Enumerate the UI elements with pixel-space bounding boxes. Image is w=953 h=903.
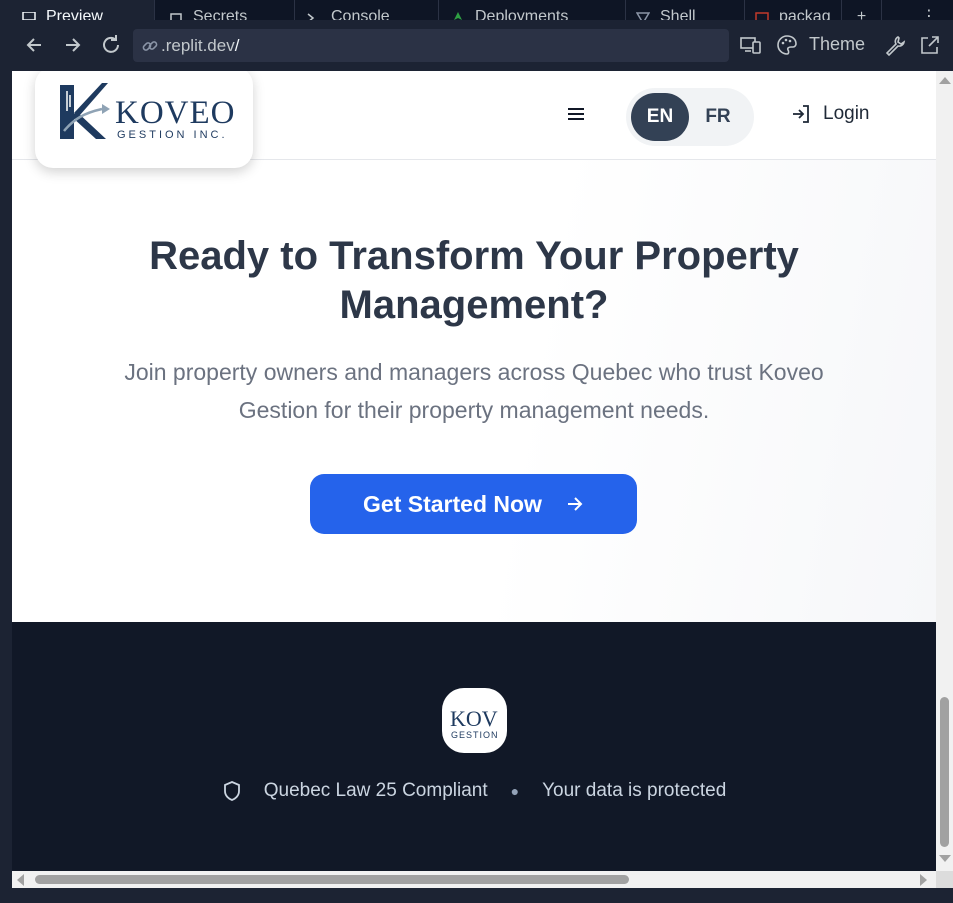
compliance-text: Quebec Law 25 Compliant (263, 780, 488, 801)
forward-button[interactable] (61, 33, 85, 57)
tab-package[interactable]: packag (745, 0, 842, 20)
devtools-button[interactable] (883, 33, 907, 57)
scroll-left-arrow-icon[interactable] (17, 874, 24, 886)
logo-subtitle: GESTION INC. (117, 129, 228, 141)
tab-label: Console (331, 8, 390, 20)
site-footer: KOV GESTION Quebec Law 25 Compliant ● Yo… (12, 622, 936, 871)
tab-label: Preview (46, 8, 103, 20)
cta-section: Ready to Transform Your Property Managem… (12, 160, 936, 622)
tab-secrets[interactable]: Secrets (155, 0, 295, 20)
vertical-scrollbar[interactable] (936, 71, 953, 871)
palette-icon (777, 35, 797, 55)
window-bottom-edge (0, 888, 953, 903)
footer-logo-subtitle: GESTION (451, 730, 499, 740)
cta-description-line-1: Join property owners and managers across… (124, 359, 824, 385)
cta-description-line-2: Gestion for their property management ne… (238, 397, 710, 423)
devices-icon (740, 37, 761, 54)
package-icon (755, 12, 769, 20)
external-link-icon (921, 36, 939, 54)
cta-description: Join property owners and managers across… (52, 353, 896, 429)
theme-label[interactable]: Theme (809, 34, 865, 55)
get-started-label: Get Started Now (363, 490, 542, 517)
hamburger-icon (566, 108, 586, 120)
lock-icon (170, 13, 182, 20)
tab-overflow-menu[interactable]: ⋮ (905, 0, 953, 20)
compliance-bar: Quebec Law 25 Compliant ● Your data is p… (12, 779, 936, 803)
log-in-icon (793, 105, 809, 123)
language-toggle: EN FR (626, 88, 754, 146)
arrow-right-icon (566, 495, 584, 513)
login-label: Login (823, 103, 870, 124)
url-bar[interactable]: .replit.dev / (133, 29, 729, 62)
url-path: / (234, 35, 240, 55)
wrench-icon (885, 36, 906, 56)
reload-button[interactable] (99, 33, 123, 57)
tab-console[interactable]: Console (295, 0, 439, 20)
arrow-left-icon (26, 38, 41, 52)
tab-label: Deployments (475, 8, 569, 20)
protection-text: Your data is protected (542, 780, 727, 801)
footer-logo-wordmark: KOV (450, 706, 498, 731)
logo-wordmark: KOVEO (115, 95, 236, 131)
scroll-up-arrow-icon[interactable] (939, 77, 951, 84)
cta-title-line-1: Ready to Transform Your Property (149, 234, 799, 278)
menu-button[interactable] (566, 106, 586, 124)
browser-toolbar: .replit.dev / Theme (0, 20, 953, 71)
arrow-right-icon (66, 38, 81, 52)
login-button[interactable]: Login (790, 103, 870, 125)
plus-icon: + (856, 8, 867, 20)
monitor-icon (22, 12, 36, 20)
separator-dot: ● (510, 783, 520, 799)
get-started-button[interactable]: Get Started Now (310, 474, 637, 534)
tab-label: Secrets (193, 8, 248, 20)
devices-button[interactable] (739, 33, 763, 57)
link-icon (142, 40, 158, 51)
url-text: .replit.dev (161, 35, 235, 55)
more-vertical-icon: ⋮ (921, 8, 937, 20)
new-tab-button[interactable]: + (842, 0, 882, 20)
language-option-fr[interactable]: FR (689, 93, 747, 141)
tab-deployments[interactable]: Deployments (439, 0, 626, 20)
footer-logo: KOV GESTION (442, 688, 507, 753)
shield-icon (222, 780, 242, 802)
language-option-en[interactable]: EN (631, 93, 689, 141)
theme-button[interactable] (775, 33, 799, 57)
tab-label: Shell (660, 8, 696, 20)
open-new-window-button[interactable] (918, 33, 942, 57)
scroll-down-arrow-icon[interactable] (939, 855, 951, 862)
tab-label: packag (779, 8, 831, 20)
tab-shell[interactable]: Shell (626, 0, 745, 20)
scroll-right-arrow-icon[interactable] (920, 874, 927, 886)
rocket-icon (454, 12, 462, 20)
cta-title: Ready to Transform Your Property Managem… (12, 232, 936, 330)
reload-icon (103, 35, 119, 53)
horizontal-scrollbar[interactable] (12, 871, 936, 888)
koveo-logo-mark-icon (60, 83, 110, 139)
vertical-scroll-thumb[interactable] (940, 697, 949, 847)
scrollbar-corner (936, 871, 953, 888)
ide-tab-strip: Preview Secrets Console Deployments Shel… (0, 0, 953, 20)
cta-title-line-2: Management? (339, 283, 609, 327)
horizontal-scroll-thumb[interactable] (35, 875, 629, 884)
preview-viewport: KOVEO GESTION INC. EN FR Login Ready to … (12, 71, 936, 871)
site-header: KOVEO GESTION INC. EN FR Login (12, 71, 936, 168)
shell-icon (636, 12, 650, 20)
tab-preview[interactable]: Preview (0, 0, 155, 20)
back-button[interactable] (22, 33, 46, 57)
terminal-icon (307, 13, 315, 20)
logo-link[interactable]: KOVEO GESTION INC. (35, 71, 253, 168)
